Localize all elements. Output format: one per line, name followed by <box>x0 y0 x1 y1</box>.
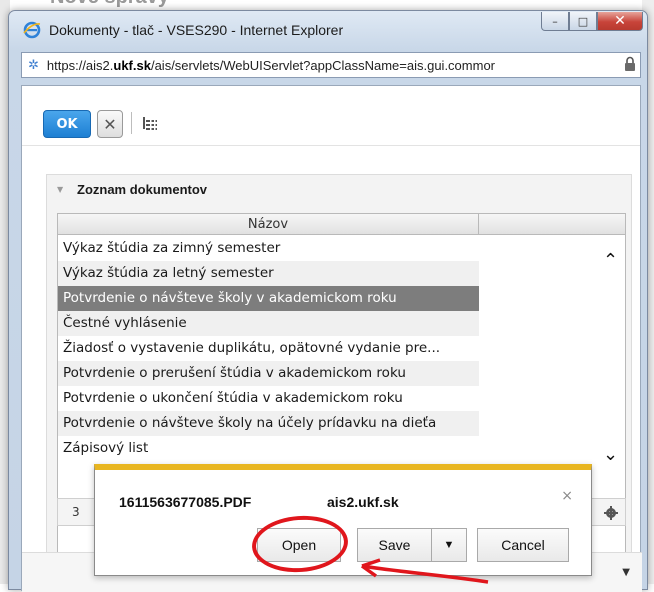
gear-icon[interactable] <box>603 505 619 521</box>
download-filename: 1611563677085.PDF <box>119 494 252 510</box>
table-row[interactable]: Žiadosť o vystavenie duplikátu, opätovné… <box>58 336 479 361</box>
table-row[interactable]: Potvrdenie o ukončení štúdia v akademick… <box>58 386 479 411</box>
close-icon[interactable]: × <box>561 488 573 504</box>
window-title: Dokumenty - tlač - VSES290 - Internet Ex… <box>49 22 344 38</box>
table-row[interactable]: Potvrdenie o prerušení štúdia v akademic… <box>58 361 479 386</box>
cancel-button[interactable]: Cancel <box>477 528 569 562</box>
lock-icon[interactable] <box>624 56 636 72</box>
dropdown-arrow-icon[interactable]: ▼ <box>622 567 630 578</box>
columns-icon[interactable] <box>142 115 158 131</box>
panel-header[interactable]: ▼ Zoznam dokumentov <box>47 175 631 203</box>
close-icon: ✕ <box>103 114 117 134</box>
minimize-button[interactable]: – <box>541 12 569 31</box>
ok-button[interactable]: OK <box>43 110 91 138</box>
toolbar: OK ✕ <box>22 86 640 146</box>
cancel-icon-button[interactable]: ✕ <box>97 110 123 138</box>
download-host: ais2.ukf.sk <box>327 494 399 510</box>
title-bar[interactable]: Dokumenty - tlač - VSES290 - Internet Ex… <box>9 11 647 47</box>
table-row[interactable]: Výkaz štúdia za zimný semester <box>58 236 479 261</box>
window-controls: – □ ✕ <box>541 12 643 31</box>
table-row[interactable]: Zápisový list <box>58 436 479 461</box>
table-row[interactable]: Potvrdenie o návšteve školy v akademicko… <box>58 286 479 311</box>
internet-explorer-icon <box>23 21 41 39</box>
scroll-down-icon[interactable]: ⌄ <box>603 444 618 465</box>
url-host: ukf.sk <box>113 57 151 73</box>
close-button[interactable]: ✕ <box>597 12 643 31</box>
column-header-nazov[interactable]: Názov <box>58 214 479 235</box>
table-row[interactable]: Potvrdenie o návšteve školy na účely prí… <box>58 411 479 436</box>
url-rest: /ais/servlets/WebUIServlet?appClassName=… <box>150 57 495 73</box>
chevron-down-icon: ▼ <box>443 539 455 551</box>
address-bar[interactable]: ✲ https://ais2. ukf.sk/ais/servlets/WebUI… <box>21 52 641 78</box>
site-icon: ✲ <box>28 57 39 72</box>
scroll-up-icon[interactable]: ⌃ <box>603 250 618 271</box>
scrollbar[interactable]: ⌃ ⌄ <box>597 236 625 584</box>
background-page-title: Nové správy <box>50 0 169 9</box>
collapse-arrow-icon[interactable]: ▼ <box>57 185 63 194</box>
table-row[interactable]: Výkaz štúdia za letný semester <box>58 261 479 286</box>
grid-rows: Výkaz štúdia za zimný semester Výkaz štúd… <box>58 236 479 461</box>
maximize-button[interactable]: □ <box>569 12 597 31</box>
grid-header: Názov <box>58 214 625 235</box>
toolbar-divider <box>131 112 132 134</box>
table-row[interactable]: Čestné vyhlásenie <box>58 311 479 336</box>
record-count: 3 <box>72 505 80 519</box>
panel-title: Zoznam dokumentov <box>77 182 208 197</box>
url-prefix: https://ais2. <box>46 57 114 73</box>
annotation-arrow <box>360 558 489 584</box>
